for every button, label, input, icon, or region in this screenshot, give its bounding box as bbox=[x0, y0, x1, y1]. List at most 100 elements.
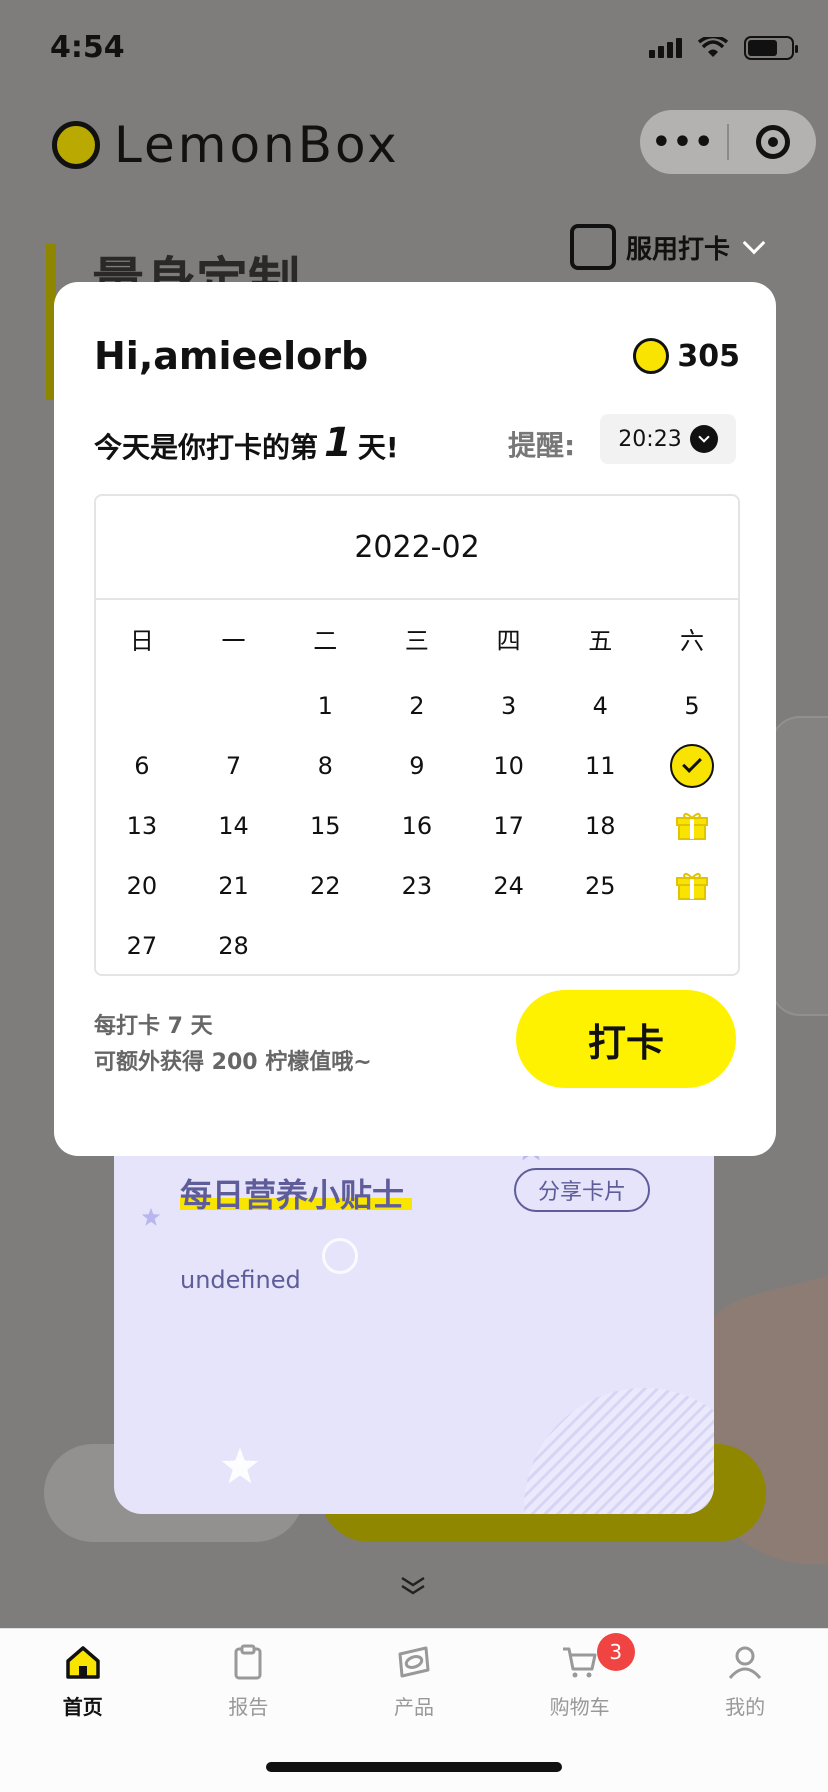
day-reward[interactable] bbox=[646, 811, 738, 841]
tab-label: 购物车 bbox=[549, 1695, 610, 1719]
miniprogram-capsule: ••• bbox=[640, 110, 816, 174]
calendar-week: 12345 bbox=[96, 676, 738, 736]
calendar-day[interactable]: 1 bbox=[279, 692, 371, 720]
nutrition-tip-card: 每日营养小贴士 分享卡片 undefined bbox=[114, 1108, 714, 1514]
calendar-day[interactable]: 28 bbox=[188, 932, 280, 960]
day-reward[interactable] bbox=[646, 871, 738, 901]
calendar-week: 13 14 15 16 17 18 bbox=[96, 796, 738, 856]
calendar-day[interactable]: 5 bbox=[646, 692, 738, 720]
remind-label: 提醒: bbox=[508, 429, 576, 462]
decor-circle bbox=[322, 1238, 358, 1274]
battery-icon bbox=[744, 36, 798, 60]
home-indicator bbox=[266, 1762, 562, 1772]
reward-rule-line2: 可额外获得 200 柠檬值哦~ bbox=[94, 1050, 372, 1075]
target-icon bbox=[755, 125, 790, 159]
calendar-check-icon bbox=[570, 224, 616, 270]
app-logo: LemonBox bbox=[52, 116, 400, 174]
gift-icon bbox=[675, 812, 708, 840]
tab-list: 首页 报告 产品 购物车 3 我的 bbox=[0, 1633, 828, 1720]
calendar-day[interactable]: 25 bbox=[554, 872, 646, 900]
weekday-label: 五 bbox=[588, 626, 613, 655]
calendar-day[interactable]: 17 bbox=[463, 812, 555, 840]
calendar-day[interactable]: 13 bbox=[96, 812, 188, 840]
more-icon[interactable]: ••• bbox=[640, 125, 727, 160]
logo-text: LemonBox bbox=[114, 116, 400, 174]
status-icons bbox=[649, 36, 798, 60]
tip-body: undefined bbox=[180, 1266, 301, 1294]
calendar-day[interactable]: 14 bbox=[188, 812, 280, 840]
today-prefix: 今天是你打卡的第 bbox=[94, 431, 319, 464]
calendar-day[interactable]: 7 bbox=[188, 752, 280, 780]
tab-label: 首页 bbox=[62, 1695, 103, 1719]
calendar-day[interactable]: 3 bbox=[463, 692, 555, 720]
tab-label: 报告 bbox=[228, 1695, 269, 1719]
checkin-entry[interactable]: 服用打卡 bbox=[570, 224, 766, 270]
calendar-month: 2022-02 bbox=[96, 496, 738, 600]
calendar-day[interactable]: 21 bbox=[188, 872, 280, 900]
calendar-grid: 日一二三四五六 1 2 3 4 5 6 7 8 9 10 11 13 14 15 16 17 18 20 21 22 23… bbox=[96, 600, 738, 976]
weekday-label: 四 bbox=[496, 626, 521, 655]
calendar-day[interactable]: 9 bbox=[371, 752, 463, 780]
calendar-day[interactable]: 2 bbox=[371, 692, 463, 720]
weekday-label: 一 bbox=[221, 626, 246, 655]
calendar-day[interactable]: 15 bbox=[279, 812, 371, 840]
weekday-label: 日 bbox=[129, 626, 154, 655]
checkin-entry-label: 服用打卡 bbox=[626, 234, 731, 265]
tab-cart[interactable]: 购物车 3 bbox=[497, 1633, 663, 1720]
signal-icon bbox=[649, 38, 682, 58]
calendar-day[interactable]: 4 bbox=[554, 692, 646, 720]
tab-user[interactable]: 我的 bbox=[662, 1639, 828, 1720]
calendar-day[interactable]: 16 bbox=[371, 812, 463, 840]
home-icon bbox=[60, 1639, 106, 1685]
tab-clipboard[interactable]: 报告 bbox=[166, 1639, 332, 1720]
tab-home[interactable]: 首页 bbox=[0, 1639, 166, 1720]
points-display: 305 bbox=[633, 338, 740, 374]
greeting: Hi,amieelorb bbox=[94, 334, 369, 378]
user-icon bbox=[722, 1639, 768, 1685]
wifi-icon bbox=[698, 37, 728, 57]
calendar-day[interactable]: 23 bbox=[371, 872, 463, 900]
cart-icon bbox=[557, 1639, 603, 1685]
decor-striped-circle bbox=[524, 1388, 714, 1514]
double-chevron-down-icon[interactable] bbox=[398, 1574, 428, 1598]
calendar-day[interactable]: 8 bbox=[279, 752, 371, 780]
tab-label: 产品 bbox=[393, 1695, 434, 1719]
share-card-button[interactable]: 分享卡片 bbox=[514, 1168, 650, 1212]
lemon-coin-icon bbox=[633, 338, 670, 374]
day-checked-in[interactable] bbox=[646, 744, 738, 788]
calendar-day[interactable]: 27 bbox=[96, 932, 188, 960]
gift-icon bbox=[675, 872, 708, 900]
chevron-down-icon bbox=[742, 231, 766, 255]
weekday-label: 三 bbox=[404, 626, 429, 655]
calendar-day[interactable]: 22 bbox=[279, 872, 371, 900]
side-floating-card bbox=[770, 716, 828, 1016]
calendar-day[interactable]: 11 bbox=[554, 752, 646, 780]
points-value: 305 bbox=[677, 338, 740, 374]
tab-label: 我的 bbox=[725, 1695, 766, 1719]
calendar-day[interactable]: 24 bbox=[463, 872, 555, 900]
calendar-day[interactable]: 10 bbox=[463, 752, 555, 780]
tab-product[interactable]: 产品 bbox=[331, 1639, 497, 1720]
tip-title: 每日营养小贴士 bbox=[180, 1176, 405, 1214]
calendar-day[interactable]: 20 bbox=[96, 872, 188, 900]
weekday-header: 日一二三四五六 bbox=[96, 600, 738, 676]
checkin-calendar: 2022-02 日一二三四五六 1 2 3 4 5 6 7 8 9 10 11 13 14 15 16 17 18… bbox=[94, 494, 740, 976]
star-icon bbox=[221, 1447, 259, 1484]
product-icon bbox=[391, 1639, 437, 1685]
star-icon bbox=[141, 1207, 161, 1226]
calendar-day[interactable]: 18 bbox=[554, 812, 646, 840]
checkmark-icon bbox=[669, 744, 714, 788]
lemon-logo-icon bbox=[52, 121, 100, 169]
checkin-button[interactable]: 打卡 bbox=[516, 990, 736, 1088]
weekday-label: 六 bbox=[679, 626, 704, 655]
weekday-label: 二 bbox=[313, 626, 338, 655]
chevron-down-icon bbox=[689, 425, 718, 453]
calendar-week: 20 21 22 23 24 25 bbox=[96, 856, 738, 916]
cart-count-badge: 3 bbox=[596, 1633, 635, 1671]
remind-time-select[interactable]: 20:23 bbox=[600, 414, 736, 464]
calendar-week: 27 28 bbox=[96, 916, 738, 976]
calendar-day[interactable]: 6 bbox=[96, 752, 188, 780]
clipboard-icon bbox=[225, 1639, 271, 1685]
checkin-modal: Hi,amieelorb 305 今天是你打卡的第 1 天! 提醒: 20:23… bbox=[54, 282, 776, 1156]
close-miniprogram-button[interactable] bbox=[729, 125, 816, 159]
